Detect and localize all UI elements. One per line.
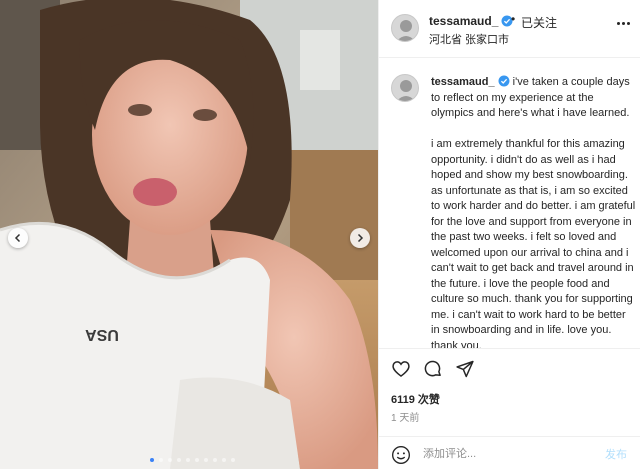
comment-input[interactable]: [423, 444, 583, 464]
paper-plane-icon: [456, 360, 474, 378]
like-button[interactable]: [391, 359, 411, 379]
carousel-dot: [195, 458, 199, 462]
carousel-prev-button[interactable]: [8, 228, 28, 248]
follow-status[interactable]: 已关注: [521, 14, 557, 31]
emoji-button[interactable]: [391, 445, 411, 465]
username-text[interactable]: tessamaud_: [429, 14, 498, 28]
caption-avatar[interactable]: [391, 74, 419, 102]
author-avatar[interactable]: [391, 14, 419, 42]
post-time[interactable]: 1 天前: [391, 409, 419, 424]
carousel-dot: [231, 458, 235, 462]
post-comment-button[interactable]: 发布: [605, 446, 627, 462]
comment-icon: [424, 360, 441, 377]
post-location[interactable]: 河北省 张家口市: [429, 31, 509, 47]
comment-bar: 发布: [379, 436, 640, 469]
smiley-icon: [392, 446, 410, 464]
carousel-dot: [150, 458, 154, 462]
verified-badge-icon: [498, 75, 510, 87]
author-username-header[interactable]: tessamaud_: [429, 14, 513, 28]
post-detail-panel: tessamaud_ • 已关注 河北省 张家口市 tessamaud_ i'v…: [378, 0, 640, 469]
carousel-dot: [177, 458, 181, 462]
carousel-dot: [204, 458, 208, 462]
heart-icon: [392, 361, 410, 378]
carousel-dot: [186, 458, 190, 462]
likes-count[interactable]: 6119 次赞: [391, 391, 440, 407]
caption-section: tessamaud_ i've taken a couple days to r…: [379, 58, 640, 348]
svg-text:USA: USA: [85, 326, 119, 343]
carousel-dot: [222, 458, 226, 462]
comment-button[interactable]: [423, 359, 443, 379]
carousel-dot: [159, 458, 163, 462]
carousel-dot: [168, 458, 172, 462]
carousel-dot: [213, 458, 217, 462]
carousel-indicator: [150, 458, 235, 462]
post-header: tessamaud_ • 已关注 河北省 张家口市: [379, 0, 640, 58]
share-button[interactable]: [455, 359, 475, 379]
caption-text: tessamaud_ i've taken a couple days to r…: [431, 75, 637, 348]
carousel-next-button[interactable]: [350, 228, 370, 248]
post-media[interactable]: USA: [0, 0, 378, 469]
chevron-right-icon: [357, 233, 364, 243]
more-options-icon[interactable]: [617, 22, 633, 28]
actions-bar: 6119 次赞 1 天前: [379, 348, 640, 448]
post-photo: USA: [0, 0, 378, 469]
chevron-left-icon: [14, 233, 21, 243]
caption-username[interactable]: tessamaud_: [431, 76, 495, 88]
caption-paragraph-2: i am extremely thankful for this amazing…: [431, 138, 636, 348]
header-separator: •: [511, 12, 516, 26]
